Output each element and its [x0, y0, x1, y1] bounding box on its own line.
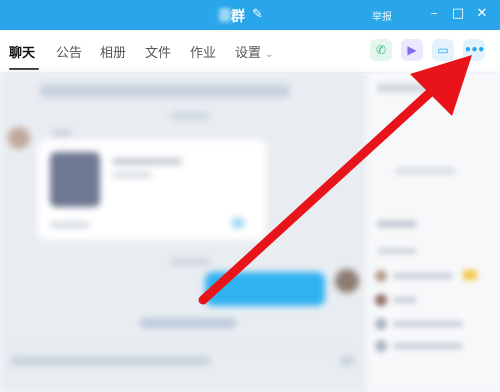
red-arrow-annotation: [198, 55, 472, 305]
arrow-shaft: [198, 83, 440, 305]
